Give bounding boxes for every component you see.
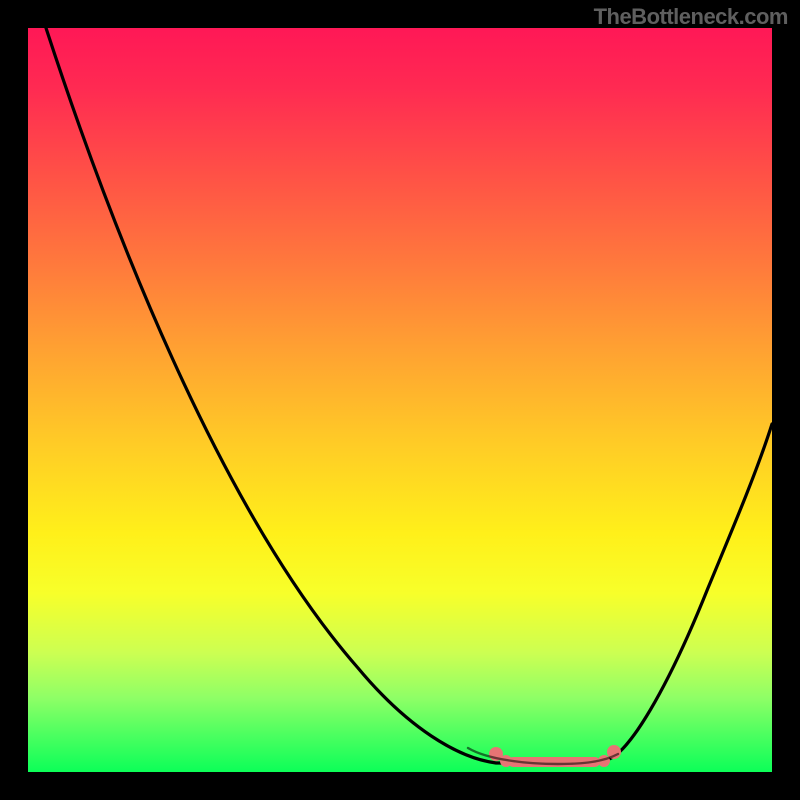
plot-area (28, 28, 772, 772)
chart-container: TheBottleneck.com (0, 0, 800, 800)
curve-overlay (28, 28, 772, 772)
bottleneck-curve (46, 28, 772, 763)
watermark-text: TheBottleneck.com (594, 4, 788, 30)
